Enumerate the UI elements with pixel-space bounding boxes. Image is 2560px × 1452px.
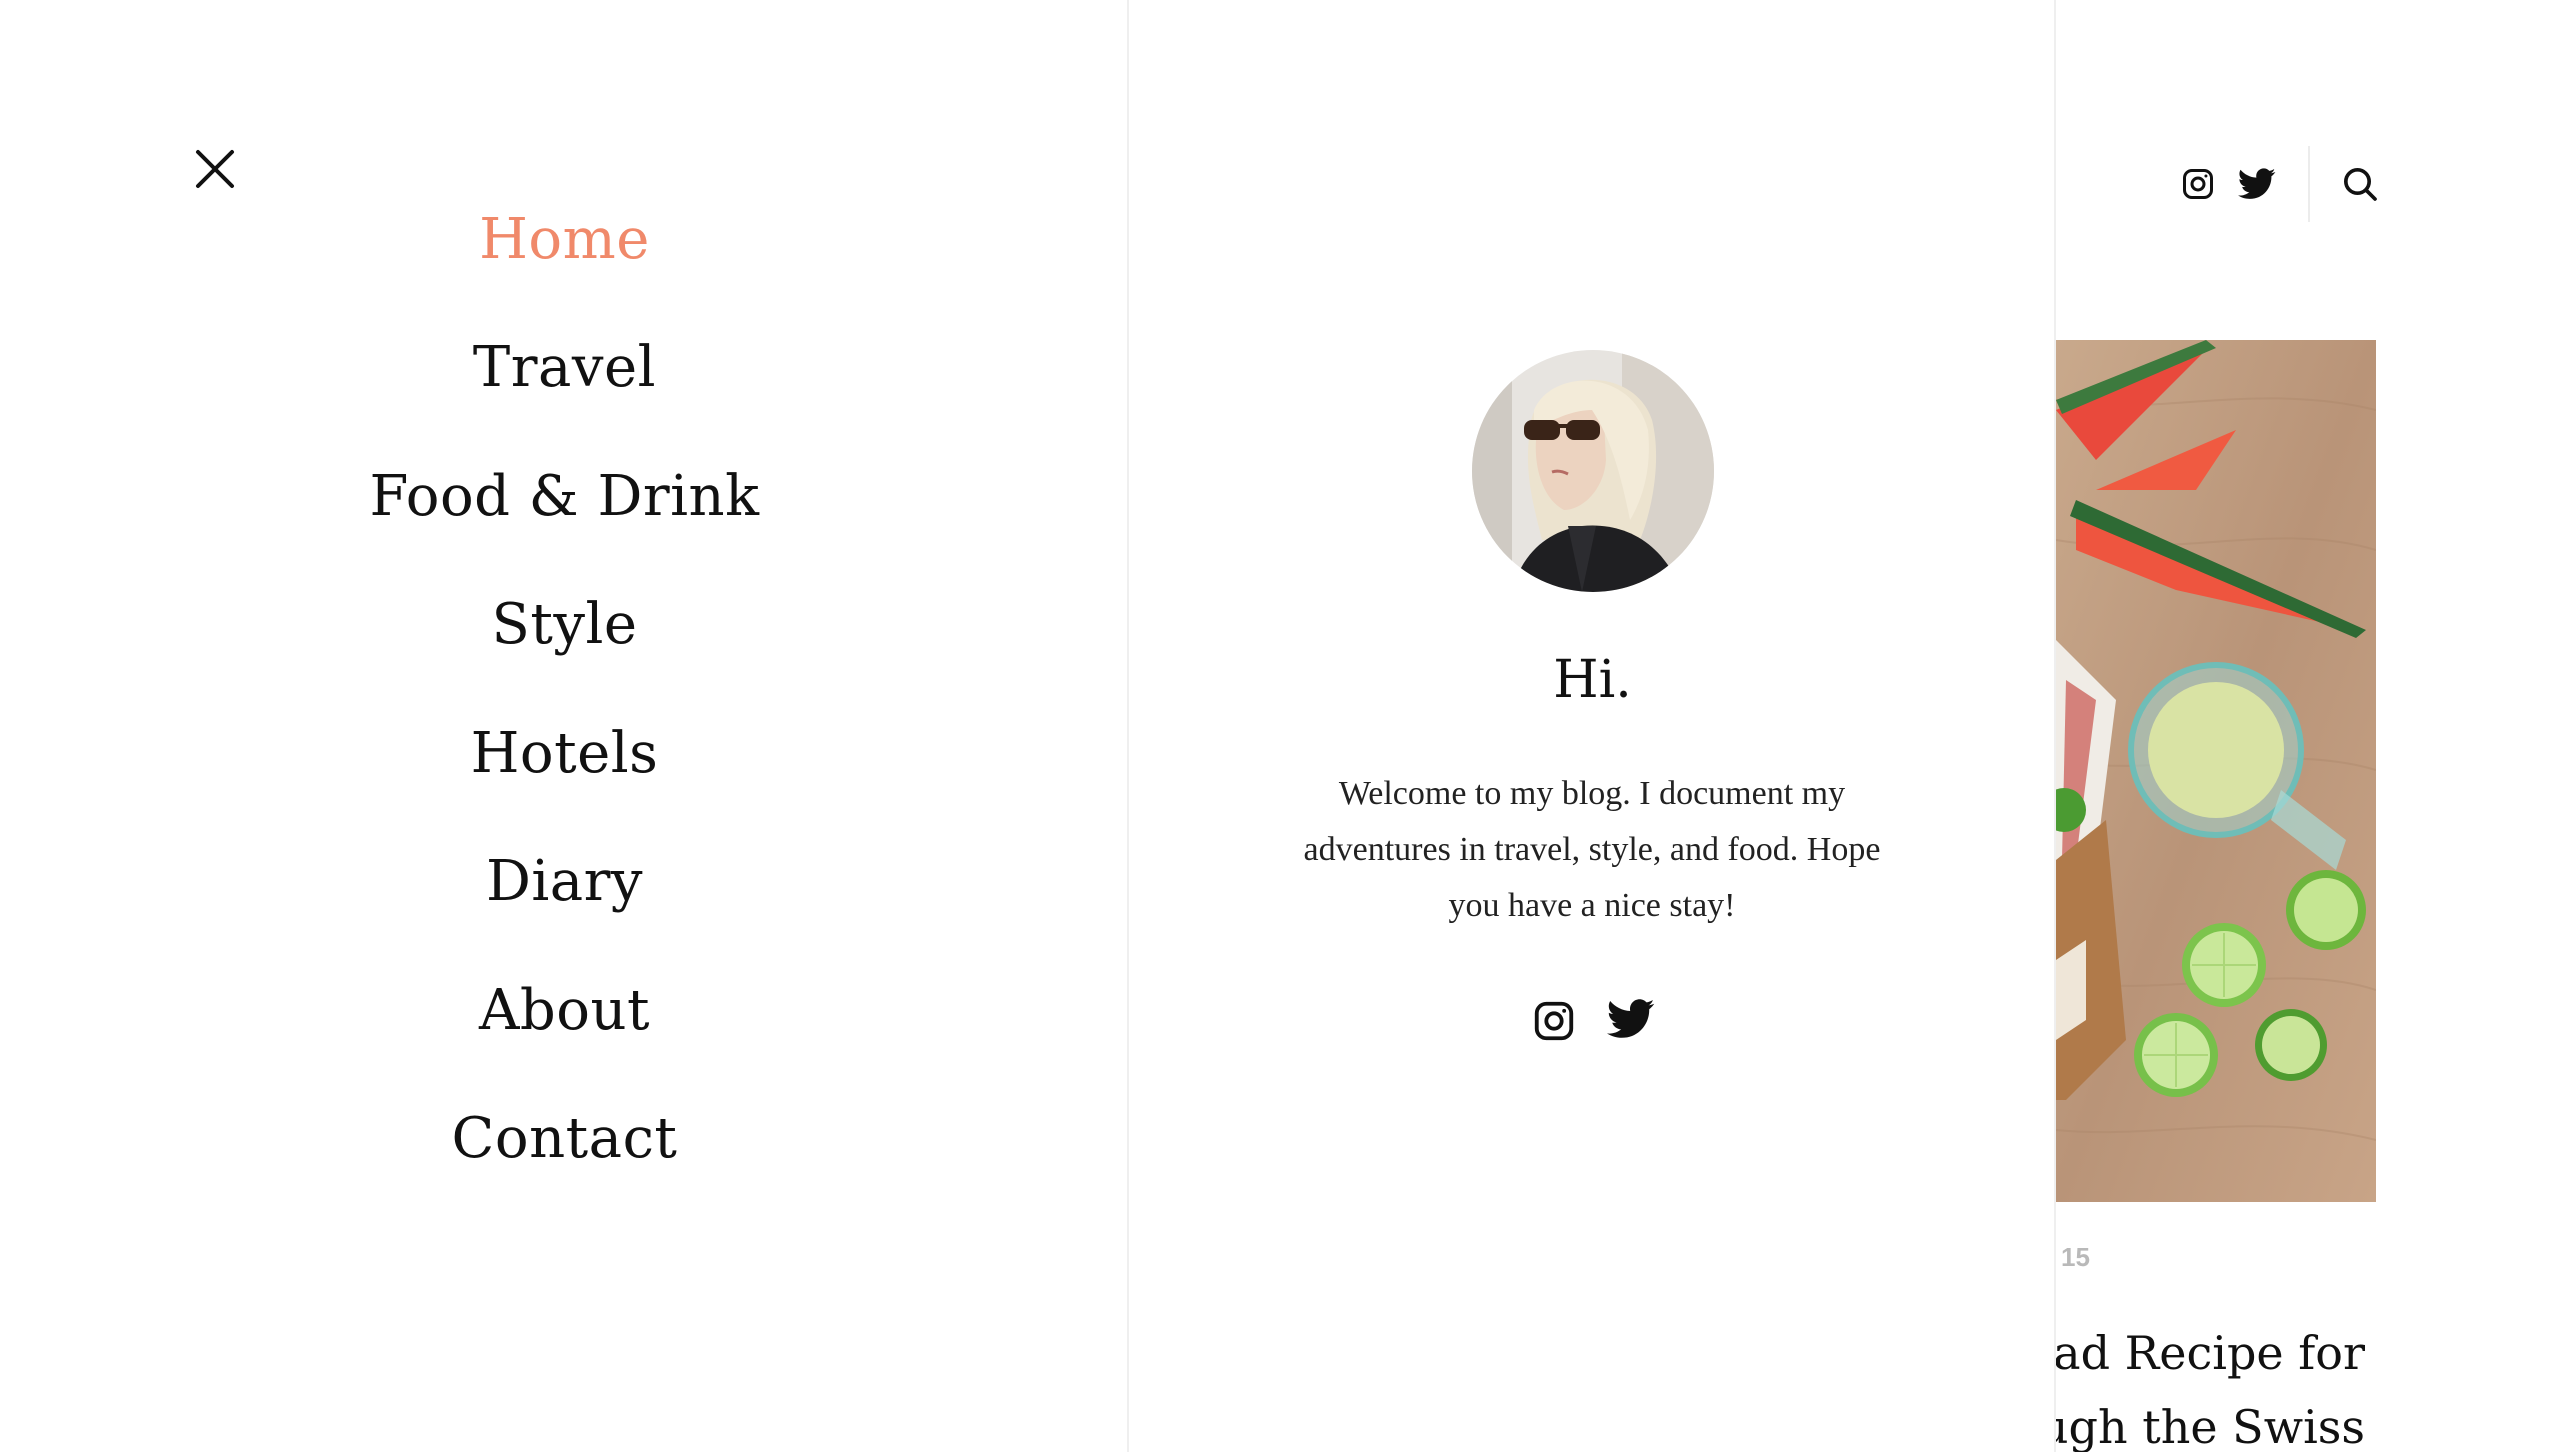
twitter-icon[interactable] [2238,167,2276,201]
menu-link-about[interactable]: About [479,978,650,1043]
about-panel: Hi. Welcome to my blog. I document my ad… [1129,0,2056,1452]
post-date: 15 [2061,1242,2090,1272]
about-text: Welcome to my blog. I document my advent… [1303,775,1881,924]
menu-link-home[interactable]: Home [479,207,650,272]
menu-link-style[interactable]: Style [491,592,637,657]
page: 15 lad Recipe for ugh the Swiss Hi. Welc… [0,0,2560,1452]
avatar [1472,350,1714,592]
main-menu: Home Travel Food & Drink Style Hotels Di… [0,175,1129,1203]
post-image[interactable] [2056,340,2376,1202]
header-divider [2308,146,2310,222]
instagram-icon[interactable] [2180,166,2216,202]
menu-item-style: Style [0,561,1129,690]
menu-item-hotels: Hotels [0,689,1129,818]
search-icon[interactable] [2340,164,2380,204]
instagram-icon[interactable] [1531,998,1577,1044]
menu-panel: Home Travel Food & Drink Style Hotels Di… [0,0,1129,1452]
menu-link-travel[interactable]: Travel [473,335,656,400]
about-social-links [1129,998,2056,1044]
menu-link-food-drink[interactable]: Food & Drink [369,464,759,529]
menu-item-food-drink: Food & Drink [0,432,1129,561]
twitter-icon[interactable] [1606,998,1655,1044]
menu-item-home: Home [0,175,1129,304]
header-icons [2180,146,2402,222]
menu-link-hotels[interactable]: Hotels [471,721,659,786]
menu-item-about: About [0,946,1129,1075]
about-title: Hi. [1553,650,1632,710]
menu-link-contact[interactable]: Contact [452,1106,678,1171]
menu-item-diary: Diary [0,818,1129,947]
menu-item-contact: Contact [0,1075,1129,1204]
menu-link-diary[interactable]: Diary [486,849,643,914]
menu-item-travel: Travel [0,304,1129,433]
